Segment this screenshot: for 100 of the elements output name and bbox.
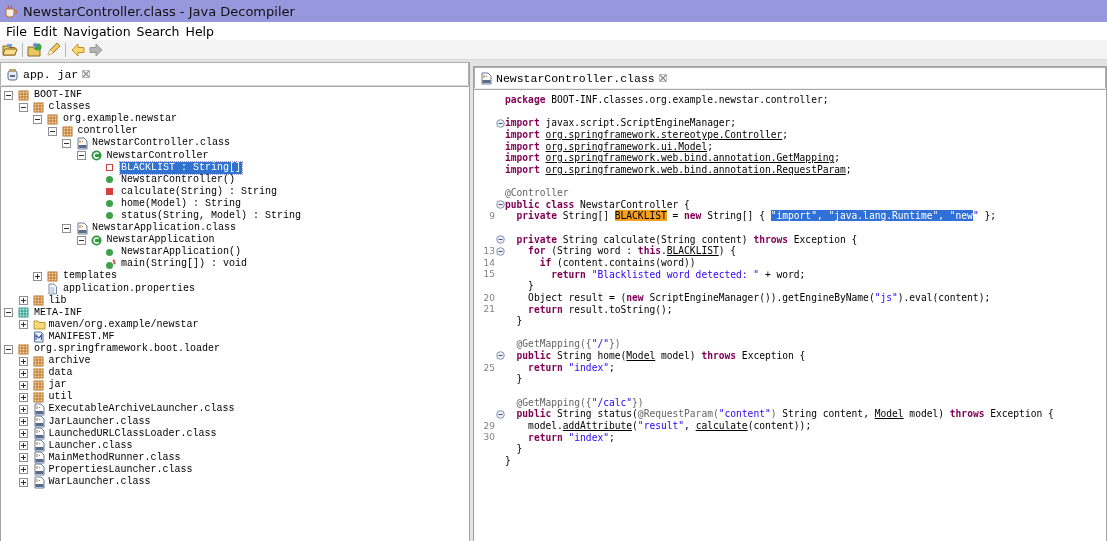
expand-icon[interactable] [18, 477, 28, 487]
code-line: if (content.contains(word)) [538, 257, 696, 269]
collapse-icon[interactable] [4, 344, 13, 354]
class-file-icon [480, 71, 492, 85]
class-file-icon [32, 403, 45, 416]
collapse-icon[interactable] [496, 235, 505, 244]
line-number: 13 [483, 246, 495, 257]
tree-item[interactable]: data [47, 367, 74, 380]
package-icon [32, 355, 44, 367]
code-line: } [515, 443, 523, 455]
tree-item[interactable]: Launcher.class [47, 439, 134, 452]
close-icon[interactable] [82, 70, 91, 78]
tree-item[interactable]: META-INF [33, 306, 83, 319]
line-number: 14 [483, 257, 495, 268]
tree-item[interactable]: jar [47, 379, 68, 392]
tree-item[interactable]: org.example.newstar [62, 113, 179, 126]
expand-icon[interactable] [18, 417, 28, 427]
collapse-icon[interactable] [62, 223, 71, 233]
menu-item[interactable]: Edit [29, 23, 61, 39]
tree-item[interactable]: classes [47, 101, 92, 114]
tab[interactable]: app. jar [0, 62, 469, 85]
expand-icon[interactable] [18, 465, 28, 475]
code-line: return result.toString(); [527, 303, 673, 316]
expand-icon[interactable] [18, 296, 28, 306]
expand-icon[interactable] [18, 368, 28, 378]
tree-item[interactable]: main(String[]) : void [120, 258, 249, 271]
expand-icon[interactable] [18, 405, 28, 414]
tab[interactable]: NewstarController.class [474, 67, 1106, 88]
tree-item[interactable]: status(String, Model) : String [120, 210, 303, 222]
code-line: } [515, 373, 523, 385]
back-arrow-icon[interactable] [70, 41, 86, 58]
class-file-icon [32, 439, 45, 453]
tree-item[interactable]: calculate(String) : String [120, 185, 279, 198]
manifest-file-icon [32, 330, 44, 343]
tree-item[interactable]: JarLauncher.class [47, 415, 152, 428]
static-method-icon [105, 258, 116, 270]
collapse-icon[interactable] [62, 138, 71, 148]
collapse-icon[interactable] [4, 308, 13, 318]
tree-item[interactable]: controller [76, 125, 139, 138]
expand-icon[interactable] [18, 320, 28, 330]
menu-item[interactable]: File [3, 23, 30, 39]
tree-item[interactable]: util [47, 391, 74, 404]
expand-icon[interactable] [18, 441, 28, 451]
app-icon [4, 4, 18, 18]
code-line: import org.springframework.web.bind.annotation.RequestParam; [505, 163, 852, 176]
tree-item[interactable]: home(Model) : String [120, 197, 243, 210]
close-icon[interactable] [658, 74, 667, 82]
tree-item[interactable]: MainMethodRunner.class [47, 451, 182, 464]
code-line: Object result = (new ScriptEngineManager()).getEngineByName("js").eval(content); [527, 291, 991, 304]
tree-item[interactable]: MANIFEST.MF [47, 330, 116, 343]
tree-item[interactable]: templates [62, 270, 118, 283]
tree-item[interactable]: NewstarApplication() [120, 246, 243, 259]
class-icon [90, 150, 102, 161]
tree-item[interactable]: PropertiesLauncher.class [47, 463, 194, 476]
collapse-icon[interactable] [496, 409, 505, 419]
tree-item[interactable]: BLACKLIST : String[] [120, 161, 243, 174]
open-folder-icon[interactable] [2, 41, 18, 58]
collapse-icon[interactable] [76, 235, 86, 245]
expand-icon[interactable] [18, 429, 28, 439]
tree-item[interactable]: LaunchedURLClassLoader.class [47, 427, 218, 440]
tree-item[interactable]: NewstarController() [120, 173, 237, 186]
collapse-icon[interactable] [76, 151, 86, 160]
tree-item[interactable]: NewstarController.class [91, 137, 232, 150]
collapse-icon[interactable] [496, 200, 505, 210]
expand-icon[interactable] [18, 453, 28, 463]
code-line: @Controller [505, 187, 569, 199]
collapse-icon[interactable] [496, 118, 505, 128]
package-icon [18, 89, 29, 101]
tree-item[interactable]: WarLauncher.class [47, 476, 152, 489]
expand-icon[interactable] [18, 356, 28, 366]
field-icon [105, 163, 114, 173]
collapse-icon[interactable] [47, 126, 57, 136]
tree-item[interactable]: maven/org.example/newstar [47, 318, 200, 331]
tree-item[interactable]: archive [47, 355, 92, 368]
menu-item[interactable]: Navigation [60, 23, 134, 39]
tree-item[interactable]: NewstarApplication [105, 234, 216, 247]
pencil-icon[interactable] [45, 41, 61, 58]
collapse-icon[interactable] [4, 90, 13, 100]
collapse-icon[interactable] [496, 351, 505, 361]
tree-item[interactable]: application.properties [62, 282, 197, 295]
package-icon [32, 367, 44, 379]
class-file-icon [32, 415, 45, 429]
tree-item[interactable]: BOOT-INF [33, 89, 83, 102]
tree-item[interactable]: ExecutableArchiveLauncher.class [47, 403, 236, 416]
collapse-icon[interactable] [496, 246, 505, 256]
tree-item[interactable]: org.springframework.boot.loader [33, 343, 222, 355]
tree-item[interactable]: NewstarController [105, 149, 210, 162]
expand-icon[interactable] [33, 271, 42, 281]
code-line: import org.springframework.stereotype.Controller; [505, 128, 789, 141]
line-number: 15 [483, 269, 495, 280]
expand-icon[interactable] [18, 380, 28, 390]
menu-item[interactable]: Search [133, 23, 183, 39]
collapse-icon[interactable] [33, 114, 42, 124]
open-type-icon[interactable] [27, 41, 43, 58]
collapse-icon[interactable] [18, 102, 28, 112]
tree-item[interactable]: lib [47, 294, 68, 307]
line-number: 25 [483, 362, 495, 373]
tree-item[interactable]: NewstarApplication.class [91, 222, 238, 235]
menu-item[interactable]: Help [182, 23, 217, 39]
expand-icon[interactable] [18, 392, 28, 402]
